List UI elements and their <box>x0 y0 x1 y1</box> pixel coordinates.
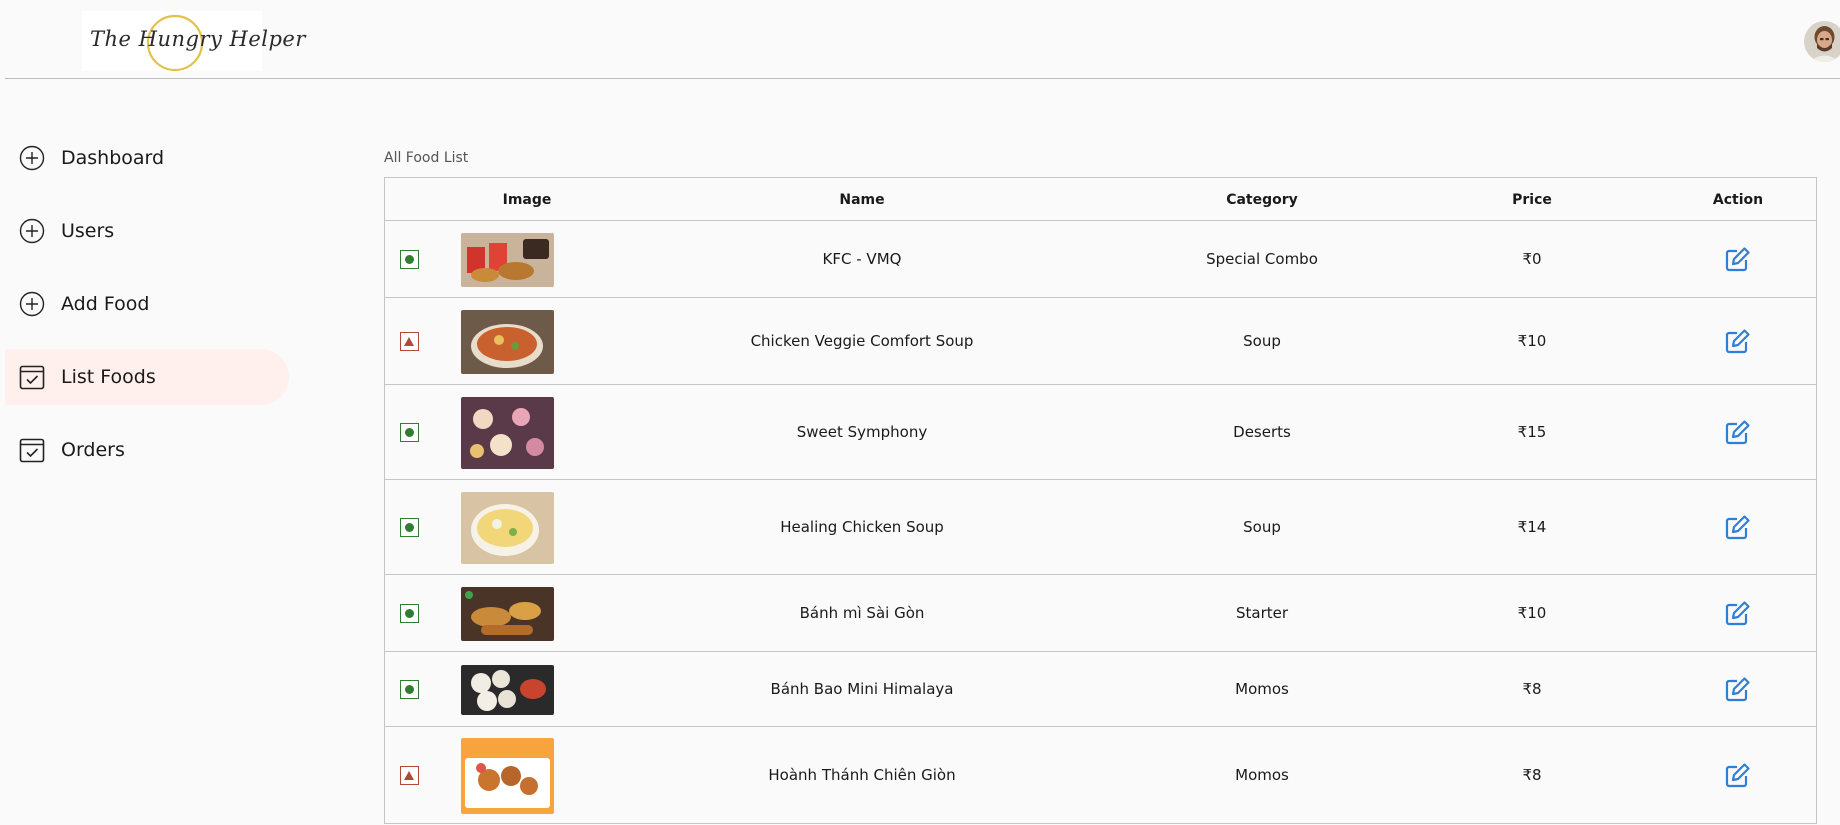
sidebar-item-label: Orders <box>61 439 125 461</box>
sidebar-item-users[interactable]: Users <box>5 203 289 259</box>
sidebar-item-dashboard[interactable]: Dashboard <box>5 130 289 186</box>
table-header: Image Name Category Price Action <box>384 177 1817 221</box>
nonveg-indicator-icon <box>400 766 419 785</box>
food-image <box>461 491 554 564</box>
plus-circle-icon <box>19 218 45 244</box>
food-category: Starter <box>1235 604 1289 622</box>
sidebar-item-label: List Foods <box>61 366 156 388</box>
user-avatar[interactable] <box>1804 21 1840 62</box>
table-body: KFC - VMQ Special Combo ₹0 Chicken Veggie C… <box>384 221 1817 824</box>
food-name: Sweet Symphony <box>796 423 928 441</box>
food-category: Momos <box>1235 680 1289 698</box>
food-image <box>461 664 554 715</box>
veg-indicator-icon <box>400 423 419 442</box>
column-header-price: Price <box>1512 192 1552 208</box>
food-price: ₹15 <box>1517 423 1547 441</box>
sidebar-item-label: Dashboard <box>61 147 165 169</box>
sidebar: Dashboard Users Add Food List Foods Orders <box>5 130 290 495</box>
table-row: Healing Chicken Soup Soup ₹14 <box>384 480 1817 575</box>
food-price: ₹8 <box>1522 766 1542 784</box>
brand-logo[interactable]: The Hungry Helper <box>82 11 306 71</box>
edit-icon[interactable] <box>1725 762 1751 788</box>
checklist-icon <box>19 437 45 463</box>
food-image <box>461 586 554 641</box>
edit-icon[interactable] <box>1725 328 1751 354</box>
avatar-icon <box>1804 21 1840 62</box>
food-image <box>461 309 554 374</box>
food-image <box>461 396 554 469</box>
edit-icon[interactable] <box>1725 676 1751 702</box>
plus-circle-icon <box>19 145 45 171</box>
table-row: Bánh Bao Mini Himalaya Momos ₹8 <box>384 652 1817 727</box>
food-price: ₹10 <box>1517 332 1547 350</box>
edit-icon[interactable] <box>1725 419 1751 445</box>
sidebar-item-orders[interactable]: Orders <box>5 422 289 478</box>
veg-indicator-icon <box>400 518 419 537</box>
logo-text: The Hungry Helper <box>90 27 306 51</box>
page-title: All Food List <box>384 150 469 166</box>
food-name: Chicken Veggie Comfort Soup <box>750 332 974 350</box>
food-category: Special Combo <box>1206 250 1318 268</box>
table-row: Chicken Veggie Comfort Soup Soup ₹10 <box>384 298 1817 385</box>
sidebar-item-label: Add Food <box>61 293 150 315</box>
food-category: Deserts <box>1233 423 1291 441</box>
food-price: ₹8 <box>1522 680 1542 698</box>
food-category: Momos <box>1235 766 1289 784</box>
column-header-category: Category <box>1226 192 1298 208</box>
food-category: Soup <box>1243 332 1281 350</box>
nonveg-indicator-icon <box>400 332 419 351</box>
table-row: Bánh mì Sài Gòn Starter ₹10 <box>384 575 1817 652</box>
veg-indicator-icon <box>400 604 419 623</box>
checklist-icon <box>19 364 45 390</box>
food-name: Bánh Bao Mini Himalaya <box>770 680 954 698</box>
food-image <box>461 737 554 814</box>
food-name: Bánh mì Sài Gòn <box>799 604 925 622</box>
column-header-image: Image <box>502 192 552 208</box>
veg-indicator-icon <box>400 250 419 269</box>
veg-indicator-icon <box>400 680 419 699</box>
sidebar-item-label: Users <box>61 220 115 242</box>
food-table: Image Name Category Price Action KFC - V… <box>384 177 1817 824</box>
food-price: ₹10 <box>1517 604 1547 622</box>
column-header-action: Action <box>1712 192 1764 208</box>
food-name: Healing Chicken Soup <box>780 518 944 536</box>
table-row: Hoành Thánh Chiên Giòn Momos ₹8 <box>384 727 1817 824</box>
column-header-name: Name <box>839 192 885 208</box>
table-row: Sweet Symphony Deserts ₹15 <box>384 385 1817 480</box>
top-navbar: The Hungry Helper <box>5 3 1840 79</box>
food-price: ₹14 <box>1517 518 1547 536</box>
edit-icon[interactable] <box>1725 246 1751 272</box>
food-category: Soup <box>1243 518 1281 536</box>
food-name: KFC - VMQ <box>822 250 902 268</box>
food-price: ₹0 <box>1522 250 1542 268</box>
edit-icon[interactable] <box>1725 600 1751 626</box>
edit-icon[interactable] <box>1725 514 1751 540</box>
food-image <box>461 232 554 287</box>
food-name: Hoành Thánh Chiên Giòn <box>768 766 956 784</box>
table-row: KFC - VMQ Special Combo ₹0 <box>384 221 1817 298</box>
plus-circle-icon <box>19 291 45 317</box>
sidebar-item-add-food[interactable]: Add Food <box>5 276 289 332</box>
sidebar-item-list-foods[interactable]: List Foods <box>5 349 289 405</box>
